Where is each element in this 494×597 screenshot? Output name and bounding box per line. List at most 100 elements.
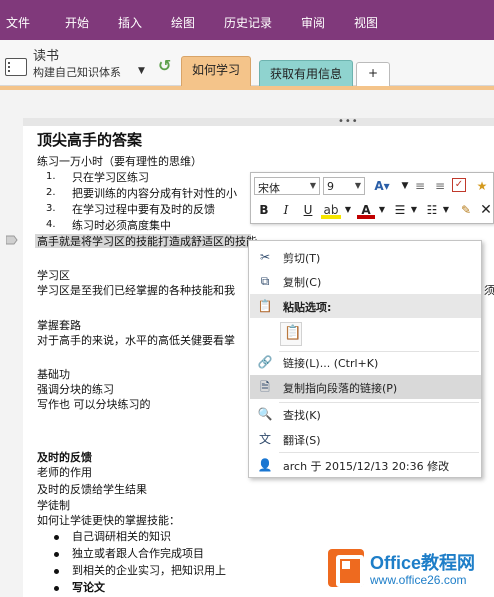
font-color-icon[interactable]: A — [357, 201, 375, 219]
note-line-overflow[interactable]: 须 — [484, 284, 494, 297]
clipboard-icon: 📋 — [257, 299, 273, 313]
chevron-down-icon[interactable]: ▼ — [138, 66, 145, 76]
menu-item-label: 链接(L)... (Ctrl+K) — [283, 357, 379, 370]
page-title[interactable]: 顶尖高手的答案 — [37, 133, 142, 148]
chevron-down-icon[interactable]: ▼ — [343, 201, 353, 219]
list-number: 1. — [46, 171, 56, 182]
scissors-icon: ✂ — [259, 250, 271, 264]
menu-item-link[interactable]: 🔗 链接(L)... (Ctrl+K) — [250, 350, 481, 374]
section-heading[interactable]: 及时的反馈 — [37, 451, 92, 464]
tab-draw[interactable]: 绘图 — [171, 14, 195, 31]
chevron-down-icon[interactable]: ▼ — [409, 201, 419, 219]
paste-icon: 📋 — [284, 325, 302, 341]
notebook-title[interactable]: 读书 — [33, 45, 59, 64]
chevron-down-icon[interactable]: ▼ — [377, 201, 387, 219]
tag-star-icon[interactable]: ★ — [473, 177, 491, 195]
menu-item-cut[interactable]: ✂ 剪切(T) — [250, 245, 481, 269]
paste-keep-source-button[interactable]: 📋 — [280, 322, 302, 346]
font-name-select[interactable]: 宋体 ▼ — [254, 177, 320, 195]
tab-view[interactable]: 视图 — [354, 14, 378, 31]
note-line[interactable]: 练习一万小时（要有理性的思维） — [37, 155, 202, 168]
bold-button[interactable]: B — [255, 201, 273, 219]
back-arrow-icon[interactable]: ↺ — [158, 56, 171, 75]
menu-item-copy[interactable]: ⧉ 复制(C) — [250, 269, 481, 293]
note-line[interactable]: 学习区是至我们已经掌握的各种技能和我 — [37, 284, 235, 297]
note-line[interactable]: 写作也 可以分块练习的 — [37, 398, 151, 411]
paragraph-handle-icon[interactable] — [6, 235, 18, 245]
bullet-item[interactable]: 独立或者跟人合作完成项目 — [72, 547, 204, 560]
section-heading[interactable]: 基础功 — [37, 368, 70, 381]
link-icon: 🔗 — [257, 355, 273, 369]
bullets-icon[interactable]: ☰ — [391, 201, 409, 219]
section-tab-get-info[interactable]: 获取有用信息 — [259, 60, 354, 86]
list-number: 3. — [46, 203, 56, 214]
font-grow-icon[interactable]: A▾ — [371, 177, 393, 195]
watermark-brand: Office教程网 — [370, 553, 476, 573]
chevron-down-icon: ▼ — [309, 181, 316, 190]
note-line[interactable]: 对于高手的来说，水平的高低关健要看掌 — [37, 334, 235, 347]
menu-item-label: 查找(K) — [283, 409, 321, 422]
menu-item-translate[interactable]: 文 翻译(S) — [250, 427, 481, 451]
ribbon-bar: 文件 开始 插入 绘图 历史记录 审阅 视图 — [0, 0, 494, 40]
bullet-icon — [54, 535, 59, 540]
clear-format-icon[interactable]: ✕ — [479, 201, 493, 219]
numbered-item[interactable]: 只在学习区练习 — [72, 171, 149, 184]
bullet-icon — [54, 569, 59, 574]
numbered-item[interactable]: 练习时必须高度集中 — [72, 219, 171, 232]
note-line[interactable]: 学徒制 — [37, 499, 70, 512]
watermark-url: www.office26.com — [370, 573, 467, 587]
tab-home[interactable]: 开始 — [65, 14, 89, 31]
section-heading[interactable]: 掌握套路 — [37, 319, 81, 332]
tab-review[interactable]: 审阅 — [301, 14, 325, 31]
add-section-button[interactable]: + — [356, 62, 390, 86]
tab-file[interactable]: 文件 — [6, 14, 30, 31]
menu-item-copy-paragraph-link[interactable]: 🗎 复制指向段落的链接(P) — [250, 375, 481, 399]
user-icon: 👤 — [257, 458, 273, 472]
numbered-item[interactable]: 在学习过程中要有及时的反馈 — [72, 203, 215, 216]
font-size-value: 9 — [327, 180, 334, 193]
note-line[interactable]: 及时的反馈给学生结果 — [37, 483, 147, 496]
menu-item-author-info[interactable]: 👤 arch 于 2015/12/13 20:36 修改 — [250, 453, 481, 477]
drag-handle-icon[interactable]: ••• — [338, 116, 359, 127]
underline-button[interactable]: U — [299, 201, 317, 219]
bullet-item[interactable]: 自己调研相关的知识 — [72, 530, 171, 543]
list-number: 2. — [46, 187, 56, 198]
notebook-section-label[interactable]: 构建自己知识体系 — [33, 64, 121, 80]
bullet-item[interactable]: 写论文 — [72, 581, 105, 594]
watermark: Office教程网 www.office26.com — [328, 541, 494, 597]
bullet-icon — [54, 552, 59, 557]
list-number: 4. — [46, 219, 56, 230]
section-heading[interactable]: 学习区 — [37, 269, 70, 282]
section-tab-how-to-learn[interactable]: 如何学习 — [181, 56, 252, 86]
menu-item-label: 复制指向段落的链接(P) — [283, 382, 398, 395]
mini-format-toolbar: 宋体 ▼ 9 ▼ A▾ ▼ ≡ ≡ ✓ ★ B I U ab ▼ A ▼ ☰ ▼… — [250, 172, 494, 224]
note-line[interactable]: 老师的作用 — [37, 466, 92, 479]
chevron-down-icon[interactable]: ▼ — [441, 201, 451, 219]
numbering-icon[interactable]: ☷ — [423, 201, 441, 219]
menu-item-find[interactable]: 🔍 查找(K) — [250, 402, 481, 426]
todo-tag-icon[interactable]: ✓ — [452, 178, 466, 192]
context-menu: ✂ 剪切(T) ⧉ 复制(C) 📋 粘贴选项: 📋 🔗 链接(L)... (Ct… — [248, 240, 482, 478]
font-name-value: 宋体 — [258, 182, 280, 195]
menu-header-paste-options: 📋 粘贴选项: — [250, 294, 481, 318]
menu-item-label: 翻译(S) — [283, 434, 321, 447]
note-line[interactable]: 强调分块的练习 — [37, 383, 114, 396]
tab-history[interactable]: 历史记录 — [224, 14, 272, 31]
notebook-icon[interactable] — [5, 58, 27, 76]
format-painter-icon[interactable]: ✎ — [457, 201, 475, 219]
bullet-icon — [54, 586, 59, 591]
selected-note-line[interactable]: 高手就是将学习区的技能打造成舒适区的技能 — [37, 235, 257, 248]
italic-button[interactable]: I — [277, 201, 295, 219]
decrease-indent-icon[interactable]: ≡ — [411, 177, 429, 195]
tab-insert[interactable]: 插入 — [118, 14, 142, 31]
note-container-handle[interactable] — [23, 118, 494, 126]
section-color-strip — [0, 86, 494, 90]
increase-indent-icon[interactable]: ≡ — [431, 177, 449, 195]
numbered-item[interactable]: 把要训练的内容分成有针对性的小 — [72, 187, 237, 200]
font-size-select[interactable]: 9 ▼ — [323, 177, 365, 195]
paragraph-link-icon: 🗎 — [260, 380, 270, 394]
highlight-icon[interactable]: ab — [321, 201, 341, 219]
office-logo-icon — [328, 549, 364, 587]
bullet-item[interactable]: 到相关的企业实习，把知识用上 — [72, 564, 226, 577]
note-line[interactable]: 如何让学徒更快的掌握技能： — [37, 514, 180, 527]
